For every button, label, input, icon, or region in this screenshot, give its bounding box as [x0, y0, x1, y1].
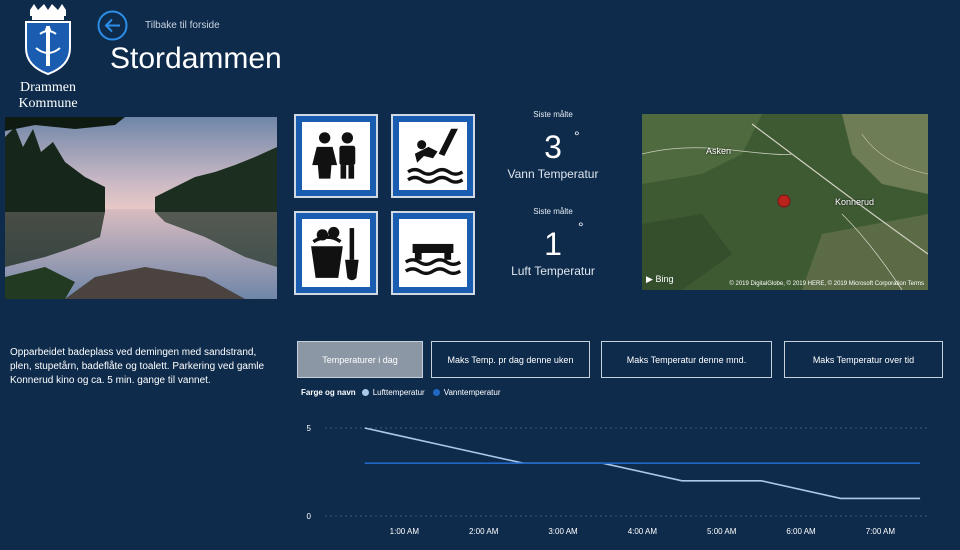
back-link[interactable]: Tilbake til forside [145, 20, 220, 31]
org-name: Drammen Kommune [6, 80, 90, 112]
x-tick-label: 6:00 AM [786, 527, 816, 536]
page-title: Stordammen [110, 42, 282, 75]
x-tick-label: 2:00 AM [469, 527, 499, 536]
water-temp-label: Vann Temperatur [507, 167, 599, 181]
back-button[interactable] [97, 10, 128, 41]
arrow-left-circle-icon [97, 10, 128, 41]
air-temp-caption: Siste målte [533, 207, 573, 216]
water-temp-degree: ° [574, 128, 580, 144]
lake-photo [5, 117, 277, 299]
facility-diving-tile[interactable] [391, 114, 475, 198]
tab-max-temp-over-time[interactable]: Maks Temperatur over tid [784, 341, 943, 378]
bing-logo: ▶ Bing [646, 274, 673, 285]
map-label-konnerud: Konnerud [835, 197, 875, 207]
x-tick-label: 7:00 AM [866, 527, 896, 536]
bing-icon: ▶ [646, 274, 653, 284]
bing-label: Bing [655, 274, 674, 284]
x-tick-label: 1:00 AM [390, 527, 420, 536]
sand-bucket-icon [302, 219, 370, 287]
facility-bathing-float-tile[interactable] [391, 211, 475, 295]
location-map[interactable]: Asken Konnerud ▶ Bing © 2019 DigitalGlob… [642, 114, 928, 290]
legend-air-marker [361, 389, 369, 396]
map-label-asken: Asken [706, 146, 732, 156]
tab-max-temp-per-day-week[interactable]: Maks Temp. pr dag denne uken [431, 341, 590, 378]
facility-sand-beach-tile[interactable] [294, 211, 378, 295]
air-temp-degree: ° [578, 219, 584, 235]
toilet-icon [302, 122, 370, 190]
legend-water-marker [432, 389, 440, 396]
chart-legend: Farge og navn Lufttemperatur Vanntempera… [301, 388, 501, 397]
drammen-coat-of-arms-logo [20, 4, 76, 76]
water-temp-caption: Siste målte [533, 110, 573, 119]
air-temp-value: 1 [544, 226, 562, 262]
legend-water-label[interactable]: Vanntemperatur [444, 388, 501, 397]
map-copyright: © 2019 DigitalGlobe, © 2019 HERE, © 2019… [729, 281, 924, 287]
legend-air-label[interactable]: Lufttemperatur [373, 388, 425, 397]
description-text: Opparbeidet badeplass ved demingen med s… [10, 347, 265, 386]
facility-toilets-tile[interactable] [294, 114, 378, 198]
bathing-float-icon [399, 219, 467, 287]
tab-max-temp-month[interactable]: Maks Temperatur denne mnd. [601, 341, 772, 378]
legend-title: Farge og navn [301, 388, 356, 397]
y-tick-label: 5 [307, 424, 312, 433]
air-temperature-card: Siste målte 1 ° Luft Temperatur [488, 207, 618, 278]
water-temp-value: 3 [544, 129, 562, 165]
x-tick-label: 5:00 AM [707, 527, 737, 536]
x-tick-label: 4:00 AM [628, 527, 658, 536]
temperature-line-chart: 0 5 1:00 AM 2:00 AM 3:00 AM 4:00 AM 5:00 AM 6:0… [307, 424, 928, 536]
water-temperature-card: Siste målte 3 ° Vann Temperatur [488, 110, 618, 181]
x-tick-label: 3:00 AM [548, 527, 578, 536]
y-tick-label: 0 [307, 512, 312, 521]
org-name-line2: Kommune [18, 96, 78, 111]
diving-tower-icon [399, 122, 467, 190]
air-temp-label: Luft Temperatur [511, 264, 595, 278]
org-name-line1: Drammen [20, 80, 76, 95]
tab-temperatures-today[interactable]: Temperaturer i dag [297, 341, 423, 378]
